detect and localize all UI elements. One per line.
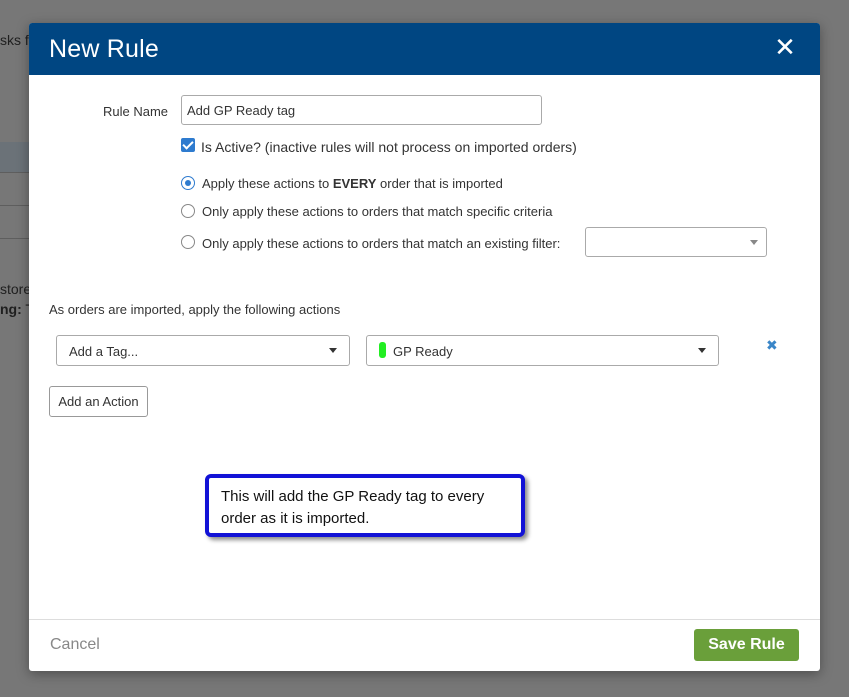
background-row — [0, 142, 29, 172]
chevron-down-icon — [329, 348, 337, 353]
tag-color-swatch — [379, 342, 386, 358]
actions-heading: As orders are imported, apply the follow… — [49, 302, 341, 317]
dialog-header: New Rule ✕ — [29, 23, 820, 75]
save-rule-button[interactable]: Save Rule — [694, 629, 799, 661]
apply-criteria-radio[interactable] — [181, 204, 195, 218]
apply-every-label: Apply these actions to EVERY order that … — [202, 176, 503, 191]
background-divider — [0, 238, 29, 239]
chevron-down-icon — [750, 240, 758, 245]
chevron-down-icon — [698, 348, 706, 353]
is-active-checkbox[interactable] — [181, 138, 195, 152]
apply-filter-radio[interactable] — [181, 235, 195, 249]
footer-divider — [29, 619, 820, 620]
existing-filter-select[interactable] — [585, 227, 767, 257]
action-type-select[interactable]: Add a Tag... — [56, 335, 350, 366]
action-type-value: Add a Tag... — [69, 344, 139, 359]
tag-select[interactable]: GP Ready — [366, 335, 719, 366]
dialog-title: New Rule — [49, 35, 159, 63]
cancel-button[interactable]: Cancel — [50, 636, 100, 654]
tag-value: GP Ready — [393, 344, 453, 359]
remove-action-icon[interactable]: ✖ — [766, 337, 778, 354]
is-active-label: Is Active? (inactive rules will not proc… — [201, 139, 577, 155]
new-rule-dialog: New Rule ✕ Rule Name Is Active? (inactiv… — [29, 23, 820, 671]
annotation-callout: This will add the GP Ready tag to every … — [205, 474, 525, 537]
background-divider — [0, 205, 29, 206]
background-text: store — [0, 281, 32, 297]
background-divider — [0, 172, 29, 173]
apply-filter-label: Only apply these actions to orders that … — [202, 236, 561, 251]
close-icon[interactable]: ✕ — [772, 34, 798, 61]
background-text: sks f — [0, 32, 29, 48]
rule-name-label: Rule Name — [103, 104, 169, 119]
apply-every-radio[interactable] — [181, 176, 195, 190]
add-action-button[interactable]: Add an Action — [49, 386, 148, 417]
rule-name-input[interactable] — [181, 95, 542, 125]
apply-criteria-label: Only apply these actions to orders that … — [202, 204, 553, 219]
